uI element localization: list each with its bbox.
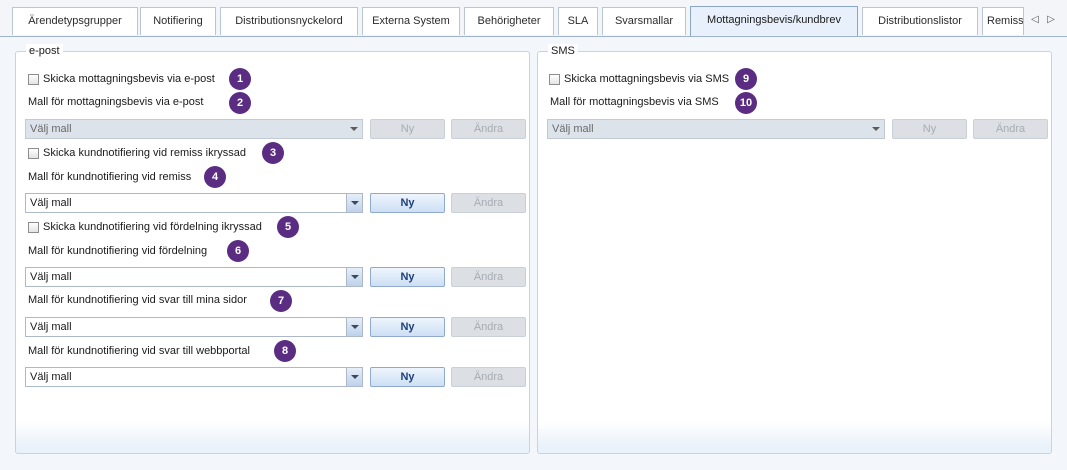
- mypages-new-button[interactable]: Ny: [370, 317, 445, 337]
- sms-group: SMS Skicka mottagningsbevis via SMS 9 Ma…: [537, 44, 1052, 454]
- tab-scroll-left-icon[interactable]: ◁: [1029, 12, 1041, 28]
- callout-badge-10: 10: [735, 92, 757, 114]
- receipt-sms-template-select[interactable]: Välj mall: [547, 119, 885, 139]
- mypages-template-label: Mall för kundnotifiering vid svar till m…: [28, 294, 247, 306]
- email-group: e-post Skicka mottagningsbevis via e-pos…: [15, 44, 530, 454]
- webportal-template-select[interactable]: Välj mall: [25, 367, 363, 387]
- tab-content: e-post Skicka mottagningsbevis via e-pos…: [0, 37, 1067, 470]
- tab-svarsmallar[interactable]: Svarsmallar: [602, 7, 686, 35]
- send-referral-checkbox[interactable]: [28, 148, 39, 159]
- tab-mottagningsbevis-kundbrev[interactable]: Mottagningsbevis/kundbrev: [690, 6, 858, 36]
- referral-template-value: Välj mall: [30, 197, 72, 209]
- callout-badge-2: 2: [229, 92, 251, 114]
- mypages-template-value: Välj mall: [30, 321, 72, 333]
- tab-distributionsnyckelord[interactable]: Distributionsnyckelord: [220, 7, 358, 35]
- webportal-edit-button[interactable]: Ändra: [451, 367, 526, 387]
- callout-badge-1: 1: [229, 68, 251, 90]
- referral-template-label: Mall för kundnotifiering vid remiss: [28, 171, 192, 183]
- distribution-template-select[interactable]: Välj mall: [25, 267, 363, 287]
- tab-sla[interactable]: SLA: [558, 7, 598, 35]
- callout-badge-4: 4: [204, 166, 226, 188]
- receipt-email-edit-button[interactable]: Ändra: [451, 119, 526, 139]
- chevron-down-icon[interactable]: [346, 268, 362, 286]
- chevron-down-icon[interactable]: [346, 318, 362, 336]
- mypages-edit-button[interactable]: Ändra: [451, 317, 526, 337]
- webportal-template-value: Välj mall: [30, 371, 72, 383]
- send-receipt-sms-checkbox[interactable]: [549, 74, 560, 85]
- receipt-email-template-value: Välj mall: [30, 123, 72, 135]
- chevron-down-icon[interactable]: [346, 120, 362, 138]
- sms-group-title: SMS: [548, 44, 578, 58]
- distribution-template-label: Mall för kundnotifiering vid fördelning: [28, 245, 208, 257]
- webportal-template-label: Mall för kundnotifiering vid svar till w…: [28, 345, 250, 357]
- receipt-email-template-label: Mall för mottagningsbevis via e-post: [28, 96, 204, 108]
- receipt-sms-edit-button[interactable]: Ändra: [973, 119, 1048, 139]
- callout-badge-5: 5: [277, 216, 299, 238]
- receipt-email-template-select[interactable]: Välj mall: [25, 119, 363, 139]
- send-receipt-sms-label: Skicka mottagningsbevis via SMS: [564, 73, 730, 85]
- callout-badge-6: 6: [227, 240, 249, 262]
- receipt-email-new-button[interactable]: Ny: [370, 119, 445, 139]
- receipt-sms-template-label: Mall för mottagningsbevis via SMS: [550, 96, 719, 108]
- chevron-down-icon[interactable]: [346, 194, 362, 212]
- send-distribution-checkbox[interactable]: [28, 222, 39, 233]
- tab-notifiering[interactable]: Notifiering: [140, 7, 216, 35]
- tab-arendetypsgrupper[interactable]: Ärendetypsgrupper: [12, 7, 138, 35]
- send-receipt-email-label: Skicka mottagningsbevis via e-post: [43, 73, 215, 85]
- tab-remiss[interactable]: Remiss: [982, 7, 1024, 35]
- distribution-new-button[interactable]: Ny: [370, 267, 445, 287]
- webportal-new-button[interactable]: Ny: [370, 367, 445, 387]
- mypages-template-select[interactable]: Välj mall: [25, 317, 363, 337]
- send-receipt-email-checkbox[interactable]: [28, 74, 39, 85]
- chevron-down-icon[interactable]: [346, 368, 362, 386]
- distribution-edit-button[interactable]: Ändra: [451, 267, 526, 287]
- receipt-sms-template-value: Välj mall: [552, 123, 594, 135]
- callout-badge-8: 8: [274, 340, 296, 362]
- callout-badge-7: 7: [270, 290, 292, 312]
- referral-template-select[interactable]: Välj mall: [25, 193, 363, 213]
- send-distribution-label: Skicka kundnotifiering vid fördelning ik…: [43, 221, 262, 233]
- chevron-down-icon[interactable]: [868, 120, 884, 138]
- callout-badge-3: 3: [262, 142, 284, 164]
- callout-badge-9: 9: [735, 68, 757, 90]
- tab-strip: Ärendetypsgrupper Notifiering Distributi…: [0, 0, 1067, 37]
- tab-scroll-right-icon[interactable]: ▷: [1045, 12, 1057, 28]
- tab-externa-system[interactable]: Externa System: [362, 7, 460, 35]
- email-group-title: e-post: [26, 44, 63, 58]
- tab-distributionslistor[interactable]: Distributionslistor: [862, 7, 978, 35]
- distribution-template-value: Välj mall: [30, 271, 72, 283]
- referral-edit-button[interactable]: Ändra: [451, 193, 526, 213]
- referral-new-button[interactable]: Ny: [370, 193, 445, 213]
- tab-behorigheter[interactable]: Behörigheter: [464, 7, 554, 35]
- send-referral-label: Skicka kundnotifiering vid remiss ikryss…: [43, 147, 246, 159]
- receipt-sms-new-button[interactable]: Ny: [892, 119, 967, 139]
